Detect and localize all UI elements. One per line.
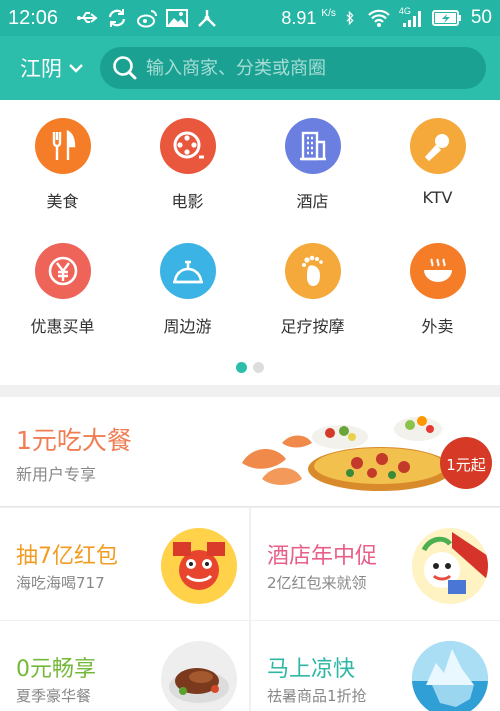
- footprint-icon: [284, 243, 341, 299]
- city-selector[interactable]: 江阴: [20, 53, 84, 83]
- promo-title: 马上凉快: [267, 657, 356, 682]
- page-dot-active: [236, 362, 247, 373]
- status-right: 8.91 K/s 4G 50: [281, 6, 492, 29]
- promo-card-free-meal[interactable]: 0元畅享 夏季豪华餐: [0, 621, 249, 711]
- category-label: 电影: [171, 192, 204, 211]
- image-icon: [166, 9, 189, 27]
- weibo-icon: [137, 10, 158, 28]
- status-time: 12:06: [8, 6, 59, 29]
- category-ktv[interactable]: KTV: [375, 118, 500, 207]
- net-speed: 8.91 K/s: [281, 8, 336, 29]
- category-hotel[interactable]: 酒店: [250, 118, 375, 212]
- promo-subtitle: 祛暑商品1折抢: [267, 687, 367, 705]
- search-input[interactable]: [146, 57, 474, 79]
- food-platter-image: 1元起: [242, 416, 492, 491]
- category-label: 优惠买单: [30, 317, 95, 336]
- usb-icon: [77, 12, 98, 23]
- category-food[interactable]: 美食: [0, 118, 125, 212]
- steak-image: [161, 641, 237, 711]
- promo-title: 0元畅享: [16, 657, 96, 682]
- status-bar: 12:06 8.91 K/s 4G 50: [0, 0, 500, 36]
- battery-charging-icon: [431, 10, 461, 26]
- chevron-down-icon: [69, 64, 83, 73]
- category-label: 外卖: [421, 317, 454, 336]
- promo-title: 1元吃大餐: [16, 426, 132, 455]
- category-takeout[interactable]: 外卖: [375, 243, 500, 337]
- yen-coupon-icon: [34, 243, 91, 299]
- building-icon: [284, 118, 341, 174]
- category-label: KTV: [422, 188, 453, 207]
- share-node-icon: [198, 10, 216, 27]
- promo-subtitle: 夏季豪华餐: [16, 687, 92, 705]
- wifi-icon: [368, 9, 390, 27]
- battery-level: 50: [470, 7, 492, 28]
- bowl-icon: [409, 243, 466, 299]
- promo-badge: 1元起: [446, 456, 486, 474]
- iceberg-image: [412, 641, 488, 711]
- category-label: 酒店: [296, 192, 329, 211]
- category-label: 周边游: [163, 317, 212, 336]
- category-grid: 美食 电影 酒店 KTV 优惠买单 周边游 足疗按摩 外卖: [0, 100, 500, 385]
- promo-subtitle: 2亿红包来就领: [267, 574, 367, 592]
- fork-knife-icon: [34, 118, 91, 174]
- mascot-image: [412, 528, 488, 604]
- promo-card-hotel-sale[interactable]: 酒店年中促 2亿红包来就领: [251, 508, 500, 620]
- page-indicator: [0, 362, 500, 373]
- category-movie[interactable]: 电影: [125, 118, 250, 212]
- net-speed-value: 8.91: [281, 7, 317, 28]
- promo-title: 抽7亿红包: [16, 544, 118, 569]
- top-header: 江阴: [0, 36, 500, 100]
- promo-card-cool-down[interactable]: 马上凉快 祛暑商品1折抢: [251, 621, 500, 711]
- promo-subtitle: 海吃海喝717: [16, 574, 105, 592]
- bluetooth-icon: [346, 10, 354, 26]
- category-discount-pay[interactable]: 优惠买单: [0, 243, 125, 337]
- sync-icon: [108, 9, 126, 27]
- net-speed-unit: K/s: [321, 7, 336, 19]
- promo-banner-main[interactable]: 1元吃大餐 新用户专享 1元起: [0, 397, 500, 507]
- travel-bag-icon: [159, 243, 216, 299]
- signal-icon: 4G: [399, 6, 423, 28]
- category-nearby-travel[interactable]: 周边游: [125, 243, 250, 337]
- promo-title: 酒店年中促: [267, 544, 378, 569]
- city-name: 江阴: [20, 57, 62, 81]
- crab-mascot-image: [161, 528, 237, 604]
- page-dot: [253, 362, 264, 373]
- category-label: 美食: [46, 192, 79, 211]
- film-reel-icon: [159, 118, 216, 174]
- status-left: 12:06: [8, 7, 218, 30]
- promo-card-redpacket[interactable]: 抽7亿红包 海吃海喝717: [0, 508, 249, 620]
- category-label: 足疗按摩: [280, 317, 345, 336]
- microphone-icon: [409, 118, 466, 174]
- app-screen: 12:06 8.91 K/s 4G 50 江阴 输入商家、分类或商圈 美食 电影…: [0, 0, 500, 711]
- category-foot-massage[interactable]: 足疗按摩: [250, 243, 375, 337]
- promo-subtitle: 新用户专享: [16, 465, 97, 484]
- search-icon: [113, 56, 137, 80]
- search-bar[interactable]: [100, 47, 486, 89]
